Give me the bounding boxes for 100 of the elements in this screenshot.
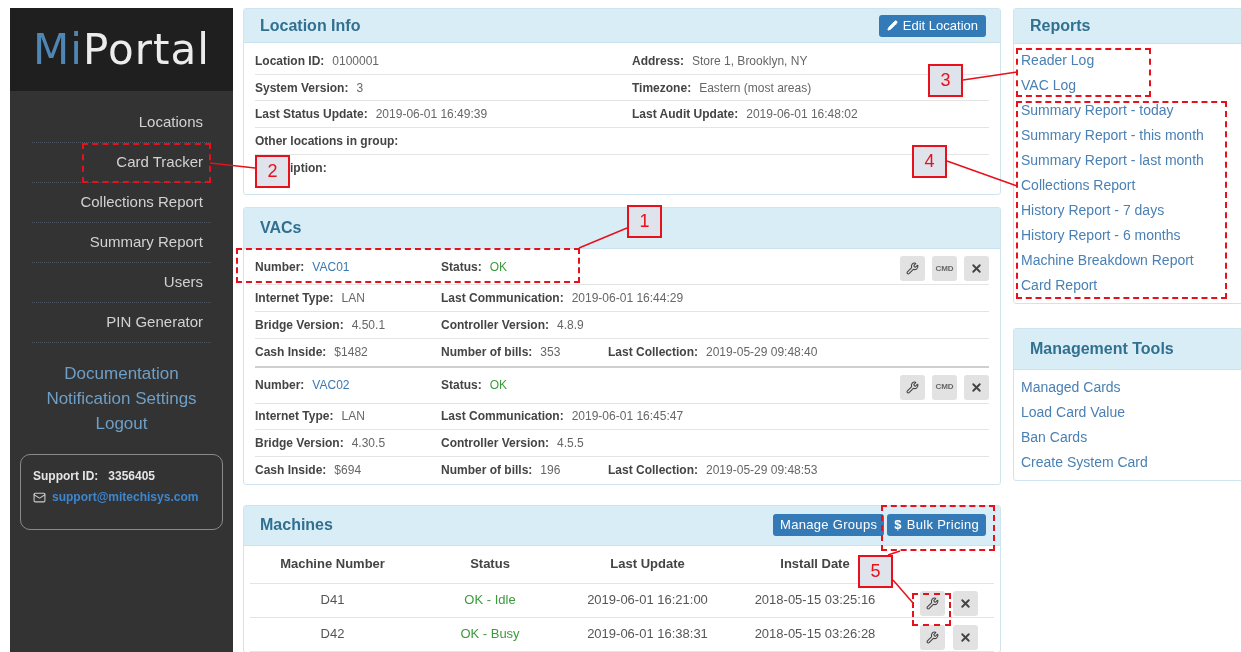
- card-title: Location Info: [260, 15, 361, 36]
- column-header: Machine Number: [280, 555, 385, 574]
- field-value: 4.5.5: [557, 435, 584, 453]
- field-value: $694: [334, 462, 362, 480]
- wrench-button[interactable]: [900, 256, 925, 282]
- sidebar-link[interactable]: Documentation: [64, 361, 179, 386]
- card-title: Reports: [1030, 16, 1091, 36]
- field-label: Internet Type:: [255, 290, 334, 308]
- pencil-icon: [886, 20, 898, 31]
- callout-label: 5: [858, 555, 893, 588]
- remove-button[interactable]: [964, 374, 989, 400]
- nav-link[interactable]: Users: [163, 271, 203, 294]
- vac-link[interactable]: VAC02: [312, 376, 350, 394]
- field-label: Cash Inside:: [255, 344, 327, 362]
- manage-groups-button[interactable]: Manage Groups: [773, 514, 885, 537]
- nav-link[interactable]: Summary Report: [89, 231, 203, 254]
- tool-link[interactable]: Ban Cards: [1021, 425, 1241, 450]
- field-label: Last Audit Update:: [632, 106, 739, 124]
- wrench-button[interactable]: [920, 624, 945, 650]
- table-cell-text: OK - Idle: [464, 591, 516, 610]
- sidebar-link[interactable]: Notification Settings: [46, 386, 197, 411]
- field-label: Number:: [255, 377, 305, 394]
- tool-link[interactable]: Managed Cards: [1021, 375, 1241, 400]
- leader-line: [892, 579, 914, 604]
- field-value: 0100001: [332, 52, 380, 70]
- callout-label: 2: [255, 155, 290, 188]
- field-value: $1482: [334, 344, 368, 362]
- tool-link[interactable]: Load Card Value: [1021, 400, 1241, 425]
- field-label: Last Collection:: [608, 462, 698, 480]
- leader-line: [887, 550, 901, 556]
- field-value: 2019-06-01 16:49:39: [375, 106, 488, 124]
- remove-button[interactable]: [953, 624, 978, 650]
- nav-link[interactable]: Collections Report: [80, 191, 203, 214]
- field-value: 2019-05-29 09:48:53: [706, 462, 818, 480]
- field-label: Number of bills:: [441, 462, 533, 480]
- report-link[interactable]: Summary Report - today: [1021, 98, 1241, 123]
- card-title: VACs: [260, 218, 302, 239]
- nav-link[interactable]: Card Tracker: [116, 151, 203, 174]
- report-link[interactable]: Card Report: [1021, 273, 1241, 298]
- report-link[interactable]: VAC Log: [1021, 73, 1241, 98]
- column-header: Install Date: [780, 555, 850, 574]
- report-link[interactable]: Summary Report - this month: [1021, 123, 1241, 148]
- remove-button[interactable]: [953, 590, 978, 616]
- wrench-icon: [906, 262, 919, 276]
- report-link[interactable]: History Report - 7 days: [1021, 198, 1241, 223]
- field-label: iption:: [290, 160, 327, 178]
- table-cell-text: 2019-06-01 16:21:00: [587, 591, 708, 610]
- tool-link[interactable]: Create System Card: [1021, 450, 1241, 475]
- column-header: Last Update: [610, 555, 685, 574]
- field-label: System Version:: [255, 79, 349, 97]
- field-label: Last Communication:: [441, 408, 564, 426]
- wrench-icon: [926, 630, 939, 644]
- table-cell-text: 2019-06-01 16:38:31: [587, 625, 708, 644]
- column-header: Status: [470, 555, 510, 574]
- leader-line: [209, 162, 256, 169]
- report-link[interactable]: History Report - 6 months: [1021, 223, 1241, 248]
- report-link[interactable]: Reader Log: [1021, 48, 1241, 73]
- callout-label: 4: [912, 145, 947, 178]
- nav-link[interactable]: PIN Generator: [106, 311, 203, 334]
- field-label: Number of bills:: [441, 344, 533, 362]
- report-link[interactable]: Collections Report: [1021, 173, 1241, 198]
- field-value: 4.8.9: [557, 316, 584, 334]
- edit-location-button[interactable]: Edit Location: [878, 14, 986, 37]
- field-value: Store 1, Brooklyn, NY: [692, 52, 808, 70]
- wrench-icon: [926, 596, 939, 610]
- field-label: Number:: [255, 258, 305, 276]
- wrench-icon: [906, 380, 919, 394]
- bulk-pricing-button[interactable]: $ Bulk Pricing: [887, 514, 986, 537]
- callout-label: 1: [627, 205, 662, 238]
- leader-line: [962, 71, 1018, 81]
- mail-icon: [33, 490, 46, 504]
- field-value: 353: [540, 344, 561, 362]
- support-label: Support ID:: [33, 468, 99, 485]
- highlight-frame: [912, 593, 951, 626]
- cmd-button[interactable]: CMD: [932, 374, 957, 400]
- remove-button[interactable]: [964, 256, 989, 282]
- leader-line: [578, 227, 628, 249]
- table-cell-text: OK - Busy: [460, 625, 520, 644]
- wrench-button[interactable]: [900, 374, 925, 400]
- field-label: Timezone:: [632, 79, 692, 97]
- field-value: 4.30.5: [351, 435, 386, 453]
- report-link[interactable]: Machine Breakdown Report: [1021, 248, 1241, 273]
- field-value: LAN: [341, 290, 365, 308]
- field-label: Status:: [441, 258, 482, 276]
- field-label: Status:: [441, 377, 482, 394]
- email-link[interactable]: support@mitechisys.com: [52, 488, 199, 506]
- field-value: 2019-06-01 16:48:02: [746, 106, 858, 124]
- field-value: 3: [356, 79, 364, 97]
- report-link[interactable]: Summary Report - last month: [1021, 148, 1241, 173]
- callout-label: 3: [928, 64, 963, 97]
- close-icon: [959, 630, 972, 644]
- field-label: Location ID:: [255, 52, 325, 70]
- wrench-button[interactable]: [920, 590, 945, 616]
- field-value: 196: [540, 462, 561, 480]
- logo: Mi Portal: [33, 24, 210, 76]
- sidebar-link[interactable]: Logout: [95, 411, 148, 436]
- vac-link[interactable]: VAC01: [312, 257, 350, 276]
- cmd-button[interactable]: CMD: [932, 256, 957, 282]
- card-title: Machines: [260, 515, 333, 536]
- nav-link[interactable]: Locations: [138, 111, 203, 134]
